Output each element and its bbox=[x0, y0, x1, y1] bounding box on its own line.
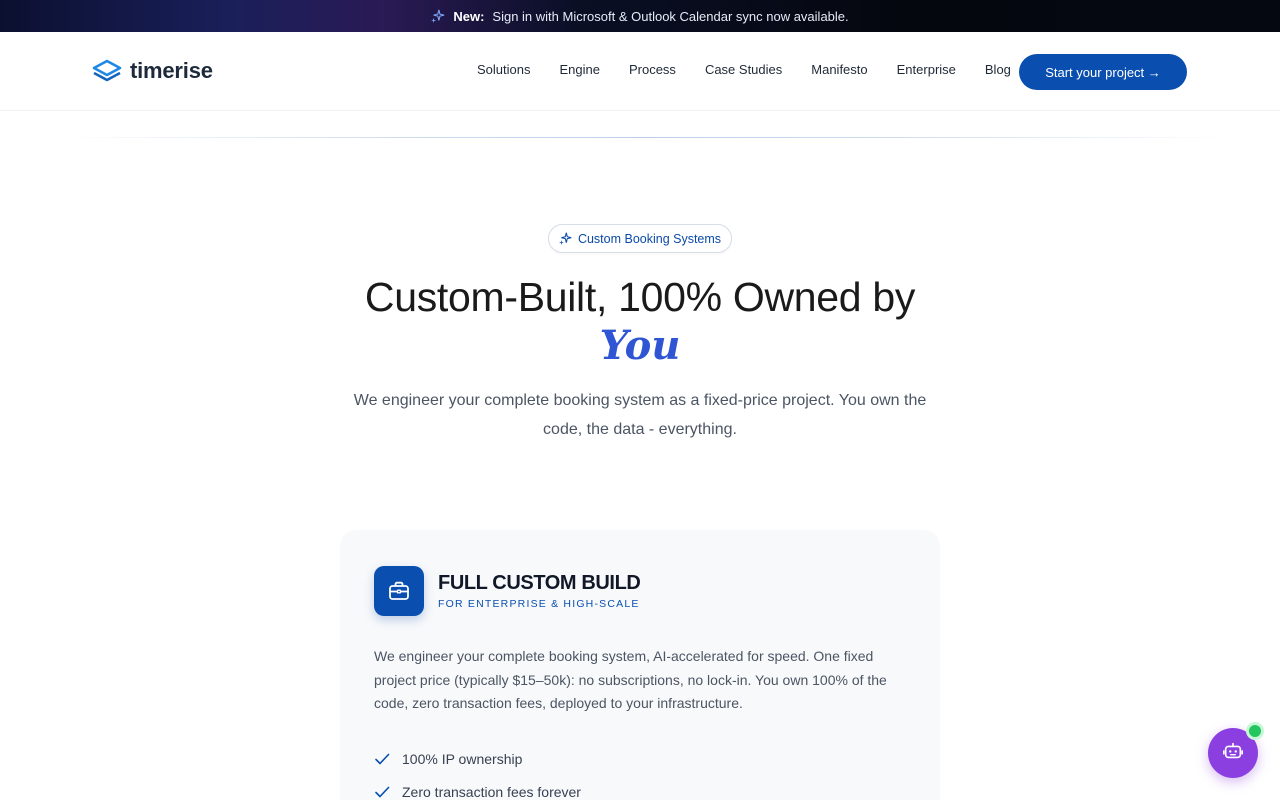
feature-item: 100% IP ownership bbox=[374, 751, 522, 767]
nav-item-manifesto[interactable]: Manifesto bbox=[811, 62, 867, 77]
site-header: timerise Solutions Engine Process Case S… bbox=[0, 32, 1280, 111]
hero-subtitle: We engineer your complete booking system… bbox=[353, 392, 927, 438]
category-badge: Custom Booking Systems bbox=[548, 224, 732, 253]
nav-item-solutions[interactable]: Solutions bbox=[477, 62, 530, 77]
nav-item-process[interactable]: Process bbox=[629, 62, 676, 77]
sparkle-icon bbox=[431, 9, 445, 23]
sparkle-icon bbox=[558, 232, 572, 245]
logo[interactable]: timerise bbox=[92, 56, 213, 86]
hero-title-accent: You bbox=[599, 322, 681, 369]
announcement-bar: New: Sign in with Microsoft & Outlook Ca… bbox=[0, 0, 1280, 32]
announcement-prefix: New: bbox=[453, 8, 485, 24]
feature-label: Zero transaction fees forever bbox=[402, 784, 581, 800]
announcement-message[interactable]: Sign in with Microsoft & Outlook Calenda… bbox=[492, 9, 848, 24]
logo-text: timerise bbox=[130, 58, 213, 83]
custom-build-card: FULL CUSTOM BUILD FOR ENTERPRISE & HIGH-… bbox=[340, 530, 940, 800]
nav-item-case-studies[interactable]: Case Studies bbox=[705, 62, 782, 77]
hero-title: Custom-Built, 100% Owned by bbox=[364, 274, 916, 320]
feature-label: 100% IP ownership bbox=[402, 751, 523, 767]
category-badge-label: Custom Booking Systems bbox=[577, 231, 722, 246]
nav-item-blog[interactable]: Blog bbox=[985, 62, 1011, 77]
card-tag: FOR ENTERPRISE & HIGH-SCALE bbox=[438, 598, 640, 610]
card-description: We engineer your complete booking system… bbox=[374, 648, 887, 711]
main-nav: Solutions Engine Process Case Studies Ma… bbox=[477, 62, 1011, 77]
card-title: FULL CUSTOM BUILD bbox=[438, 572, 641, 594]
nav-item-enterprise[interactable]: Enterprise bbox=[897, 62, 956, 77]
header-divider bbox=[60, 137, 1230, 138]
online-status-indicator bbox=[1246, 722, 1264, 740]
briefcase-icon bbox=[374, 566, 424, 616]
check-icon bbox=[374, 784, 390, 800]
logo-icon bbox=[92, 56, 122, 86]
feature-item: Zero transaction fees forever bbox=[374, 784, 581, 800]
start-project-button[interactable]: Start your project → bbox=[1019, 54, 1187, 90]
nav-item-engine[interactable]: Engine bbox=[559, 62, 599, 77]
check-icon bbox=[374, 751, 390, 767]
bot-icon bbox=[1222, 740, 1244, 767]
